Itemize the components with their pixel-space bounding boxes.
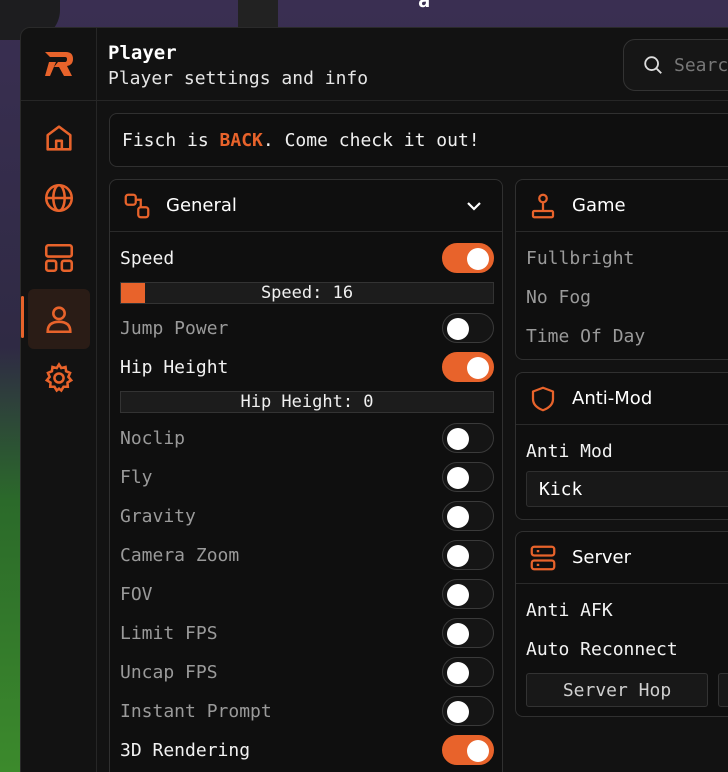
home-icon — [46, 125, 72, 151]
user-icon — [46, 306, 72, 334]
toggle-knob — [447, 318, 469, 340]
server-panel-header[interactable]: Server — [516, 532, 728, 584]
general-panel: General Speed Speed: 16 Jump Power Hip H… — [109, 179, 503, 772]
sidebar — [21, 28, 97, 772]
jump-power-label: Jump Power — [120, 317, 229, 339]
server-icon — [530, 545, 556, 570]
fov-label: FOV — [120, 583, 153, 605]
server-panel: Server Anti AFK Auto Reconnect Server Ho… — [515, 531, 728, 717]
uncap-fps-toggle[interactable] — [442, 657, 494, 687]
shield-icon — [531, 386, 555, 411]
speed-toggle[interactable] — [442, 243, 494, 273]
search-icon — [644, 56, 662, 74]
general-panel-header[interactable]: General — [110, 180, 502, 232]
fly-label: Fly — [120, 466, 153, 488]
jump-power-toggle[interactable] — [442, 313, 494, 343]
sidebar-item-layout[interactable] — [28, 228, 90, 288]
banner-text: . Come check it out! — [262, 129, 480, 151]
hub-logo-icon — [21, 28, 97, 101]
game-panel: Game Fullbright No Fog Time Of Day — [515, 179, 728, 360]
limit-fps-label: Limit FPS — [120, 622, 218, 644]
sidebar-item-player[interactable] — [28, 289, 90, 349]
banner-text: Fisch is — [122, 129, 220, 151]
background-text: a — [418, 0, 431, 12]
3d-rendering-toggle[interactable] — [442, 735, 494, 765]
slider-fill — [121, 283, 145, 303]
game-panel-title: Game — [572, 195, 626, 216]
hip-height-slider-label: Hip Height: 0 — [240, 392, 374, 412]
sidebar-item-settings[interactable] — [28, 348, 90, 408]
layout-icon — [44, 243, 74, 273]
background-shape — [238, 0, 278, 28]
speed-label: Speed — [120, 247, 175, 269]
instant-prompt-toggle[interactable] — [442, 696, 494, 726]
toggle-knob — [467, 357, 489, 379]
search-box[interactable] — [623, 39, 728, 91]
gear-icon — [44, 362, 74, 393]
hip-height-slider[interactable]: Hip Height: 0 — [120, 391, 494, 413]
announcement-banner: Fisch is BACK. Come check it out! — [109, 113, 728, 167]
hip-height-label: Hip Height — [120, 356, 229, 378]
toggle-knob — [467, 248, 489, 270]
header: Player Player settings and info — [97, 28, 728, 101]
auto-reconnect-label: Auto Reconnect — [526, 638, 678, 660]
page-subtitle: Player settings and info — [108, 68, 369, 89]
sidebar-item-world[interactable] — [28, 168, 90, 228]
anti-mod-selected-value: Kick — [539, 478, 583, 500]
toggle-knob — [447, 662, 469, 684]
anti-mod-panel-title: Anti-Mod — [572, 388, 653, 409]
time-of-day-label: Time Of Day — [526, 325, 646, 347]
gravity-label: Gravity — [120, 505, 196, 527]
noclip-toggle[interactable] — [442, 423, 494, 453]
anti-mod-label: Anti Mod — [526, 440, 613, 462]
no-fog-label: No Fog — [526, 286, 592, 308]
toggle-knob — [447, 467, 469, 489]
toggle-knob — [447, 584, 469, 606]
speed-slider-label: Speed: 16 — [260, 283, 354, 303]
search-input[interactable] — [674, 54, 728, 76]
uncap-fps-label: Uncap FPS — [120, 661, 218, 683]
speed-slider[interactable]: Speed: 16 — [120, 282, 494, 304]
toggle-knob — [447, 701, 469, 723]
toggle-knob — [447, 506, 469, 528]
toggle-knob — [467, 740, 489, 762]
banner-highlight: BACK — [219, 129, 263, 151]
globe-icon — [44, 183, 74, 213]
chevron-down-icon[interactable] — [462, 194, 486, 218]
server-panel-title: Server — [572, 547, 632, 568]
toggle-knob — [447, 623, 469, 645]
gravity-toggle[interactable] — [442, 501, 494, 531]
general-panel-title: General — [166, 195, 237, 216]
limit-fps-toggle[interactable] — [442, 618, 494, 648]
camera-zoom-toggle[interactable] — [442, 540, 494, 570]
script-hub-window: Player Player settings and info Fisch is… — [20, 27, 728, 772]
toggle-knob — [447, 545, 469, 567]
instant-prompt-label: Instant Prompt — [120, 700, 272, 722]
link-icon — [124, 193, 150, 218]
anti-mod-panel: Anti-Mod Anti Mod Kick — [515, 372, 728, 520]
page-title: Player — [108, 42, 177, 64]
toggle-knob — [447, 428, 469, 450]
server-secondary-button[interactable] — [718, 673, 728, 707]
fly-toggle[interactable] — [442, 462, 494, 492]
camera-zoom-label: Camera Zoom — [120, 544, 240, 566]
fov-toggle[interactable] — [442, 579, 494, 609]
joystick-icon — [531, 193, 555, 218]
anti-mod-select[interactable]: Kick — [526, 471, 728, 507]
anti-mod-panel-header[interactable]: Anti-Mod — [516, 373, 728, 425]
hip-height-toggle[interactable] — [442, 352, 494, 382]
active-nav-indicator — [21, 296, 24, 338]
3d-rendering-label: 3D Rendering — [120, 739, 251, 761]
sidebar-item-home[interactable] — [28, 108, 90, 168]
game-panel-header[interactable]: Game — [516, 180, 728, 232]
fullbright-label: Fullbright — [526, 247, 635, 269]
server-hop-button[interactable]: Server Hop — [526, 673, 708, 707]
noclip-label: Noclip — [120, 427, 186, 449]
anti-afk-label: Anti AFK — [526, 599, 613, 621]
